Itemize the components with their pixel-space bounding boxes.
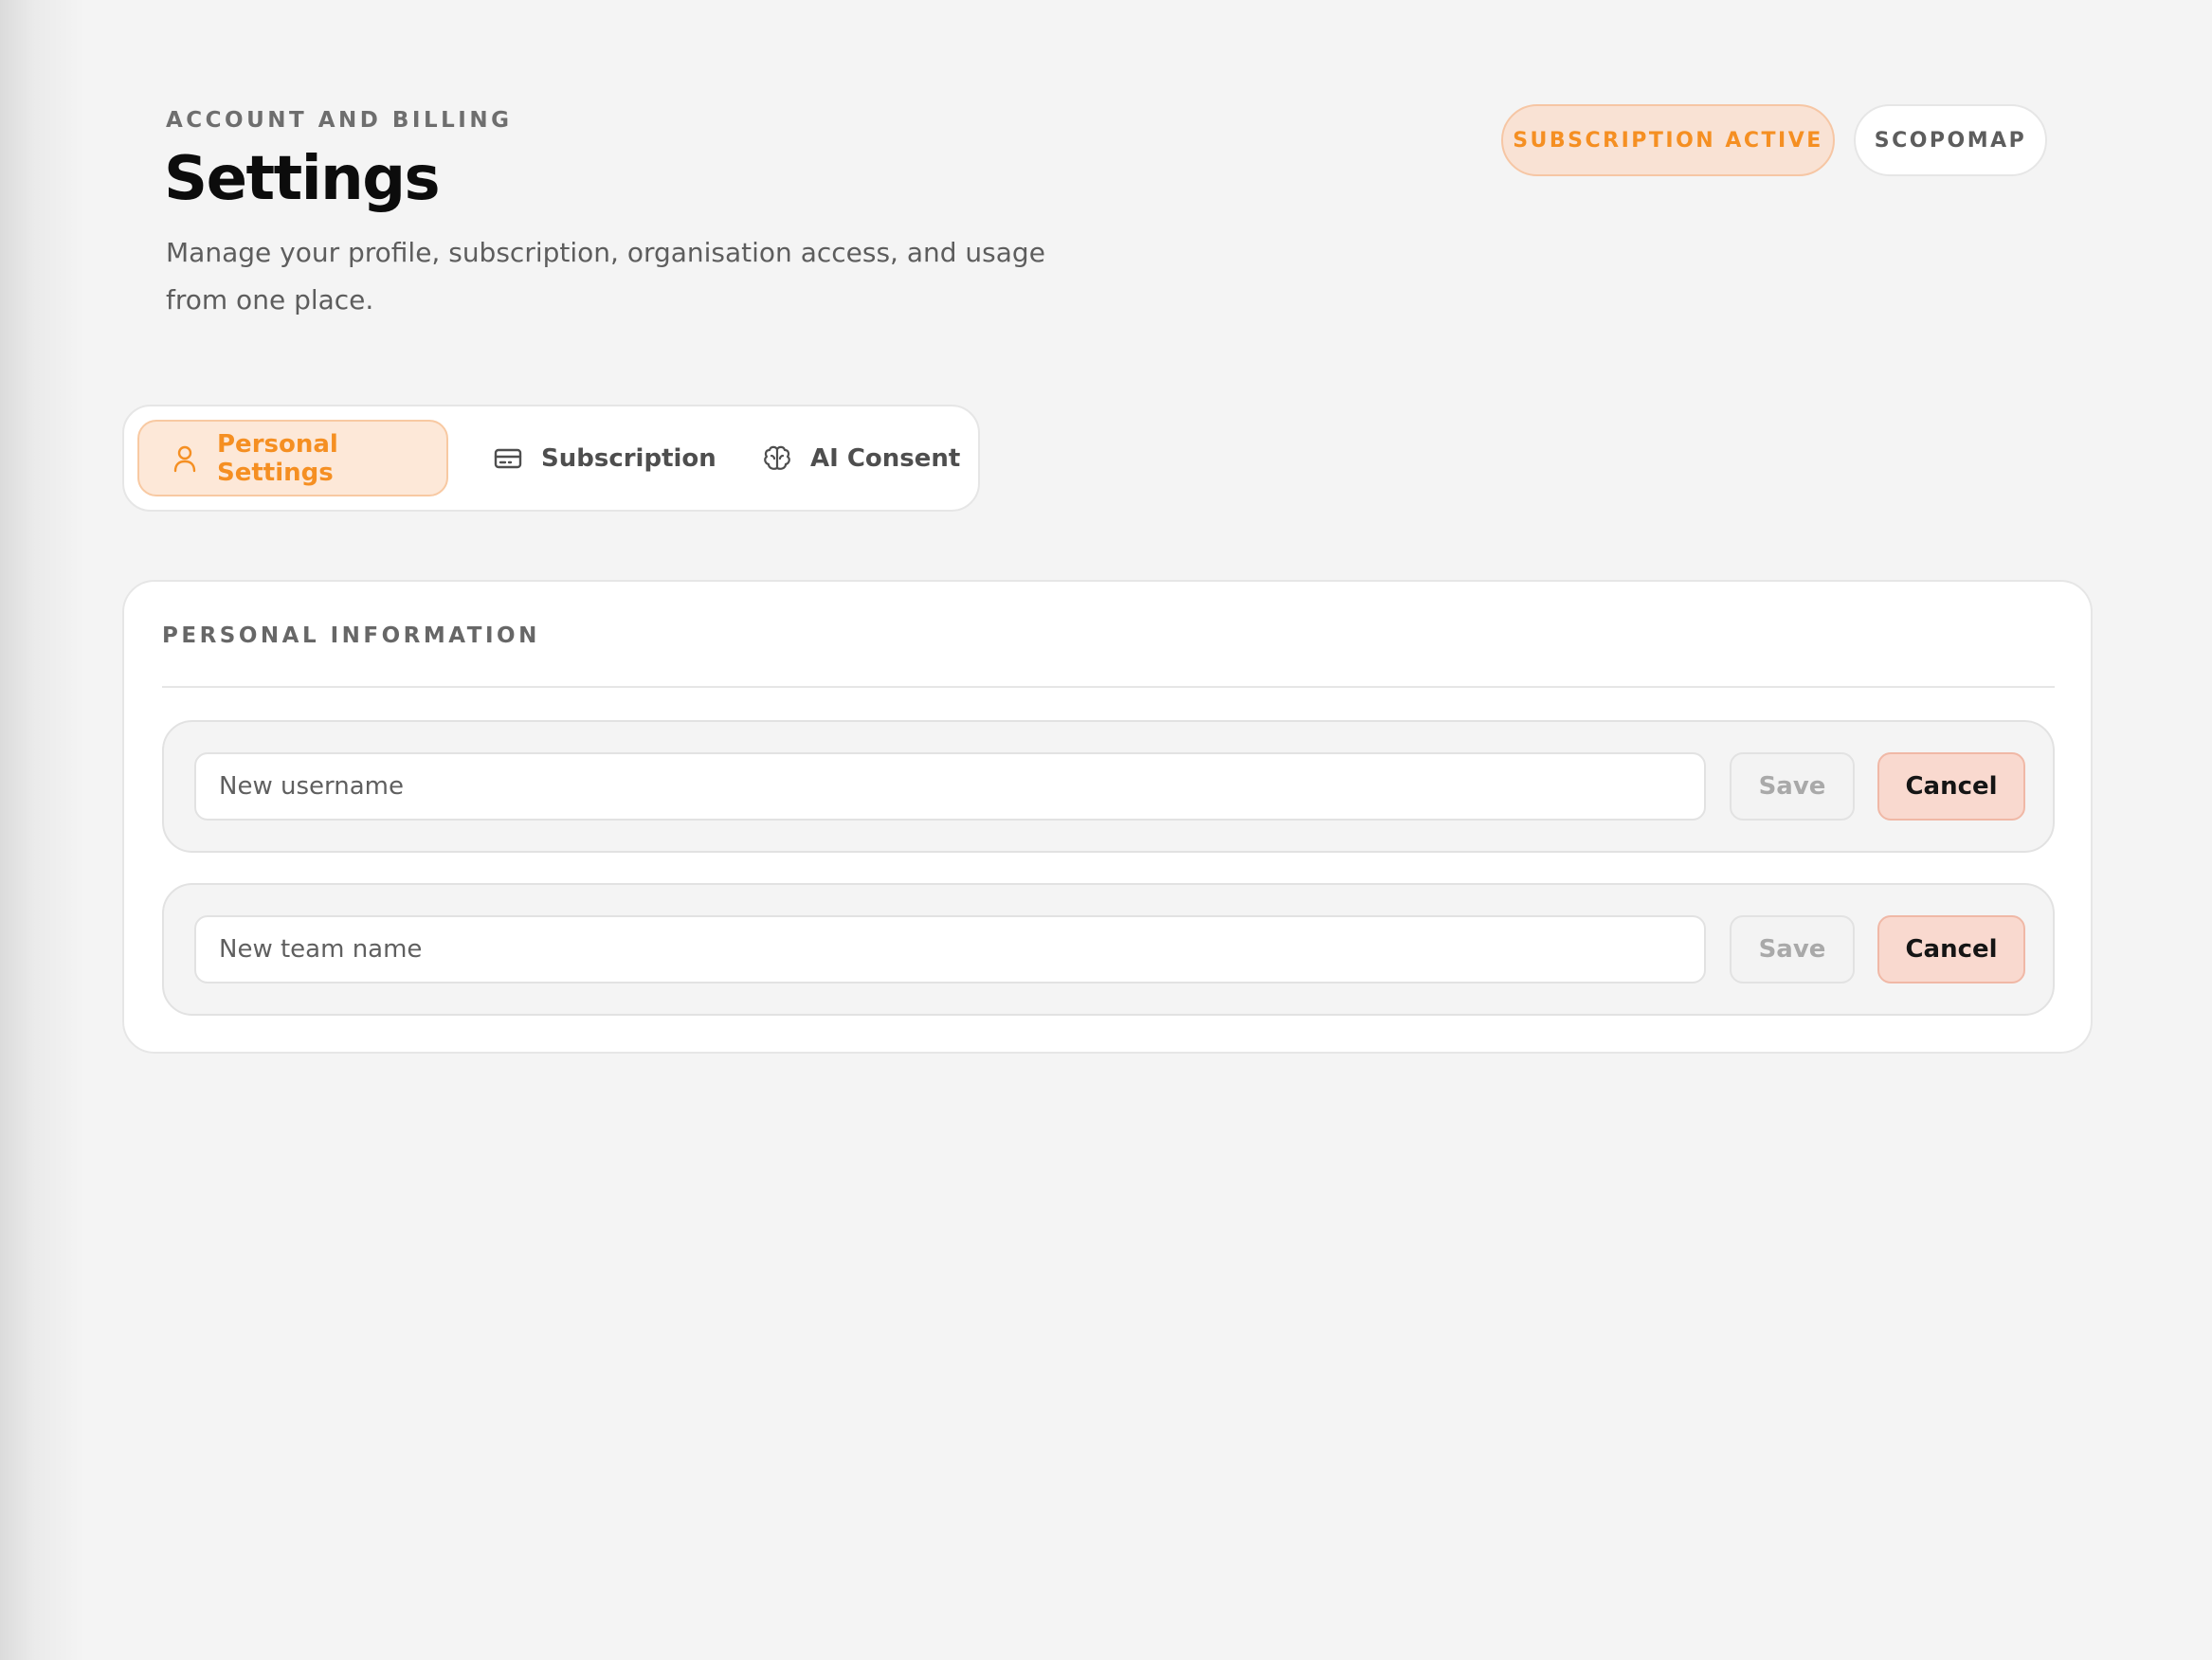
user-icon	[173, 445, 196, 472]
organisation-badge[interactable]: SCOPOMAP	[1854, 104, 2047, 176]
credit-card-icon	[494, 448, 522, 468]
page-subtitle: Manage your profile, subscription, organ…	[166, 237, 1045, 316]
settings-page: ACCOUNT AND BILLING Settings Manage your…	[0, 0, 2212, 1660]
tab-subscription[interactable]: Subscription	[492, 420, 719, 496]
cancel-team-name-button[interactable]: Cancel	[1877, 915, 2025, 983]
section-divider	[162, 686, 2055, 688]
page-eyebrow: ACCOUNT AND BILLING	[166, 108, 513, 133]
tab-label: Subscription	[541, 443, 716, 473]
save-team-name-button[interactable]: Save	[1730, 915, 1855, 983]
username-row: Save Cancel	[162, 720, 2055, 853]
username-input[interactable]	[194, 752, 1706, 821]
brain-icon	[764, 445, 790, 470]
team-name-row: Save Cancel	[162, 883, 2055, 1016]
tab-ai-consent[interactable]: AI Consent	[761, 420, 970, 496]
section-heading: PERSONAL INFORMATION	[162, 623, 540, 648]
settings-tabs: Personal Settings Subscription AI Consen…	[122, 405, 980, 512]
cancel-username-button[interactable]: Cancel	[1877, 752, 2025, 821]
page-title: Settings	[164, 144, 441, 214]
tab-label: Personal Settings	[217, 429, 338, 487]
team-name-input[interactable]	[194, 915, 1706, 983]
subscription-status-badge: SUBSCRIPTION ACTIVE	[1501, 104, 1835, 176]
tab-personal-settings[interactable]: Personal Settings	[137, 420, 448, 496]
tab-label: AI Consent	[810, 443, 961, 473]
save-username-button[interactable]: Save	[1730, 752, 1855, 821]
personal-information-card: PERSONAL INFORMATION Save Cancel Save Ca…	[122, 580, 2093, 1054]
